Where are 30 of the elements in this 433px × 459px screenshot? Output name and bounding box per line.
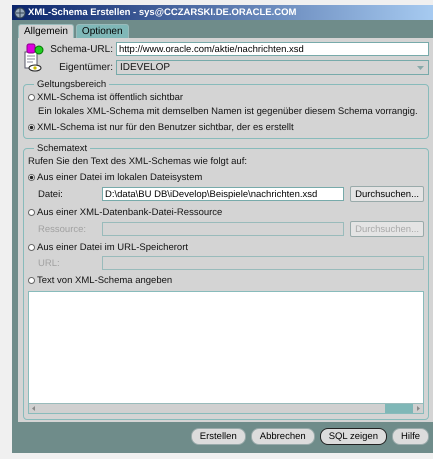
instruction-text: Rufen Sie den Text des XML-Schemas wie folgt auf: — [28, 156, 248, 167]
schema-url-label: Schema-URL: — [49, 44, 113, 54]
schema-document-icon — [23, 42, 45, 74]
browse-button[interactable]: Durchsuchen... — [350, 186, 424, 202]
dialog-button[interactable]: Hilfe — [392, 428, 429, 445]
owner-dropdown[interactable]: IDEVELOP — [116, 60, 429, 75]
app-icon — [14, 6, 26, 18]
radio-option[interactable]: Text von XML-Schema angeben — [28, 275, 424, 286]
radio-option[interactable]: Aus einer Datei im lokalen Dateisystem — [28, 172, 424, 183]
window-title: XML-Schema Erstellen - sys@CCZARSKI.DE.ORACLE.COM — [28, 7, 296, 18]
dropdown-caret-icon — [417, 66, 424, 70]
radio-option[interactable]: XML-Schema ist öffentlich sichtbar — [28, 92, 424, 103]
field-label: Datei: — [38, 188, 64, 200]
dialog-button[interactable]: Erstellen — [190, 428, 246, 445]
tab[interactable]: Optionen — [76, 24, 129, 38]
option-note: Ein lokales XML-Schema mit demselben Namen ist gegenüber diesem Schema vorrangig. — [37, 105, 419, 117]
tab[interactable]: Allgemein — [18, 24, 74, 38]
horizontal-scrollbar[interactable] — [29, 403, 423, 413]
schema-url-field[interactable]: http://www.oracle.com/aktie/nachrichten.xsd — [116, 42, 429, 56]
scrollbar-thumb[interactable] — [385, 404, 413, 413]
scroll-right-icon[interactable] — [414, 405, 422, 412]
dialog-button[interactable]: Abbrechen — [250, 428, 315, 445]
owner-label: Eigentümer: — [58, 62, 113, 73]
radio-option[interactable]: XML-Schema ist nur für den Benutzer sichtbar, der es erstellt — [28, 122, 424, 133]
schema-text-area[interactable] — [28, 291, 424, 414]
scroll-left-icon[interactable] — [30, 405, 38, 412]
group-title: Geltungsbereich — [36, 79, 108, 90]
group-title: Schematext — [36, 143, 88, 154]
dialog-button[interactable]: SQL zeigen — [320, 428, 387, 445]
file-path-field[interactable]: D:\data\BU DB\iDevelop\Beispiele\nachrichten.xsd — [102, 187, 344, 201]
